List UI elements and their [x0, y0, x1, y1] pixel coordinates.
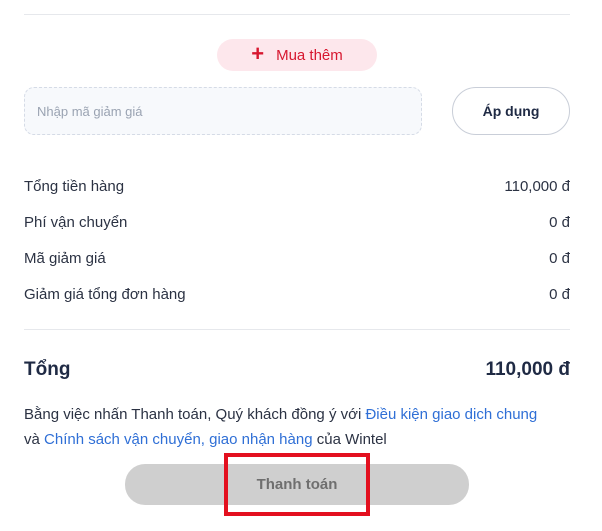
summary-value: 0 đ	[549, 213, 570, 231]
apply-coupon-button[interactable]: Áp dụng	[452, 87, 570, 135]
summary-label: Giảm giá tổng đơn hàng	[24, 285, 186, 303]
checkout-button[interactable]: Thanh toán	[125, 464, 469, 505]
total-label: Tổng	[24, 359, 71, 380]
summary-row-coupon: Mã giảm giá 0 đ	[24, 248, 570, 268]
summary-label: Tổng tiền hàng	[24, 177, 125, 195]
add-more-label: Mua thêm	[276, 46, 343, 64]
summary-label: Phí vận chuyển	[24, 213, 128, 231]
add-more-button[interactable]: + Mua thêm	[217, 39, 377, 71]
coupon-code-input[interactable]	[24, 87, 422, 135]
terms-prefix: Bằng việc nhấn Thanh toán, Quý khách đồn…	[24, 406, 366, 423]
total-row: Tổng 110,000 đ	[24, 357, 570, 383]
terms-notice: Bằng việc nhấn Thanh toán, Quý khách đồn…	[24, 402, 584, 452]
terms-middle: và	[24, 431, 45, 448]
summary-value: 0 đ	[549, 285, 570, 303]
total-value: 110,000 đ	[485, 359, 570, 380]
top-divider	[24, 14, 570, 15]
general-terms-link[interactable]: Điều kiện giao dịch chung	[365, 406, 537, 423]
shipping-policy-link[interactable]: Chính sách vận chuyển, giao nhận hàng	[44, 431, 313, 448]
terms-suffix: của Wintel	[312, 431, 387, 448]
summary-row-order-discount: Giảm giá tổng đơn hàng 0 đ	[24, 284, 570, 304]
plus-icon: +	[251, 41, 265, 66]
summary-value: 110,000 đ	[504, 177, 570, 195]
summary-value: 0 đ	[549, 249, 570, 267]
summary-divider	[24, 329, 570, 330]
summary-label: Mã giảm giá	[24, 249, 106, 267]
summary-row-subtotal: Tổng tiền hàng 110,000 đ	[24, 176, 570, 196]
summary-row-shipping: Phí vận chuyển 0 đ	[24, 212, 570, 232]
